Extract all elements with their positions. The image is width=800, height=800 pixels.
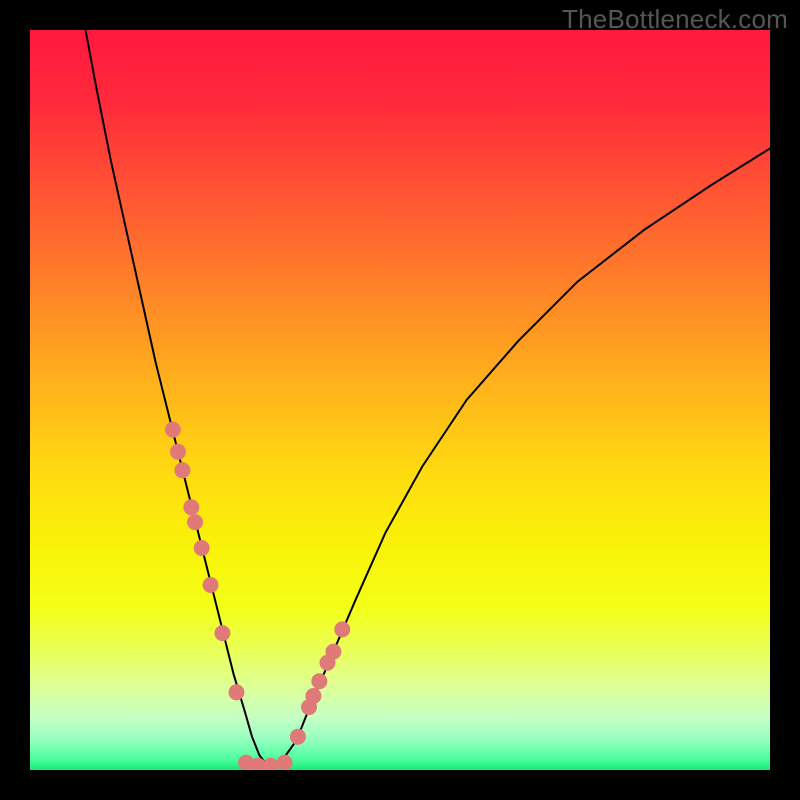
data-point	[165, 422, 181, 438]
data-point	[187, 514, 203, 530]
data-point	[174, 462, 190, 478]
data-point	[290, 729, 306, 745]
watermark-text: TheBottleneck.com	[562, 4, 788, 35]
data-point	[170, 444, 186, 460]
data-point	[277, 755, 293, 770]
data-point	[228, 684, 244, 700]
gradient-background	[30, 30, 770, 770]
data-point	[305, 688, 321, 704]
data-point	[203, 577, 219, 593]
data-point	[183, 499, 199, 515]
plot-area	[30, 30, 770, 770]
data-point	[311, 673, 327, 689]
data-point	[325, 644, 341, 660]
data-point	[194, 540, 210, 556]
data-point	[334, 621, 350, 637]
data-point	[214, 625, 230, 641]
chart-frame: TheBottleneck.com	[0, 0, 800, 800]
